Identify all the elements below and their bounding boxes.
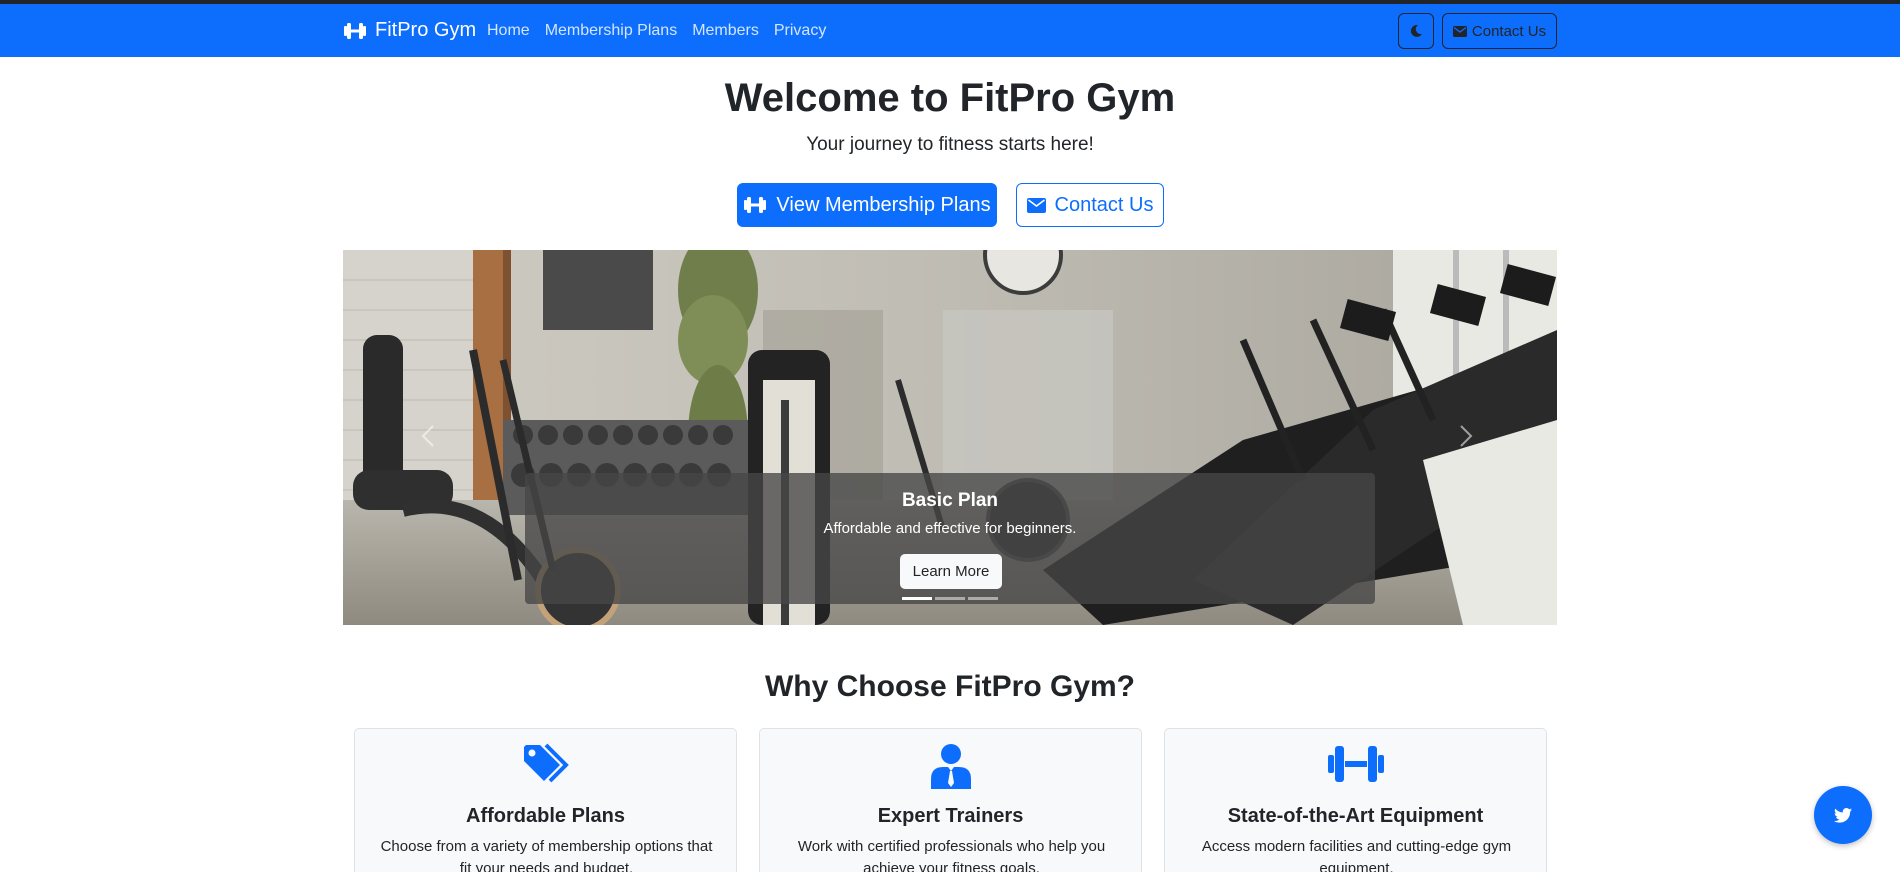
envelope-icon	[1452, 25, 1467, 37]
nav-link-membership-plans[interactable]: Membership Plans	[545, 22, 678, 40]
navbar: FitPro Gym Home Membership Plans Members…	[0, 4, 1900, 57]
carousel-indicator-2[interactable]	[935, 597, 965, 600]
feature-card-text: Work with certified professionals who he…	[797, 838, 1106, 872]
feature-card-title: State-of-the-Art Equipment	[1227, 805, 1484, 827]
dumbbell-icon	[744, 197, 767, 213]
hero-title: Welcome to FitPro Gym	[724, 76, 1176, 120]
feature-card-equipment: State-of-the-Art Equipment Access modern…	[1164, 728, 1547, 872]
carousel-caption-text: Affordable and effective for beginners.	[823, 520, 1077, 537]
nav-link-privacy[interactable]: Privacy	[774, 22, 826, 40]
theme-toggle-button[interactable]	[1398, 13, 1434, 49]
carousel-indicator-3[interactable]	[968, 597, 998, 600]
plans-carousel: Basic Plan Affordable and effective for …	[343, 250, 1557, 625]
why-section-title: Why Choose FitPro Gym?	[764, 670, 1136, 703]
view-membership-plans-label: View Membership Plans	[776, 193, 991, 216]
hero-subtitle: Your journey to fitness starts here!	[806, 134, 1094, 155]
nav-link-members[interactable]: Members	[692, 22, 759, 40]
twitter-icon	[1834, 807, 1852, 823]
envelope-icon	[1026, 197, 1046, 213]
carousel-caption: Basic Plan Affordable and effective for …	[525, 473, 1375, 604]
feature-card-title: Affordable Plans	[466, 805, 625, 827]
view-membership-plans-button[interactable]: View Membership Plans	[737, 183, 997, 227]
learn-more-button[interactable]: Learn More	[900, 554, 1002, 589]
nav-contact-label: Contact Us	[1471, 22, 1547, 40]
moon-icon	[1410, 24, 1422, 37]
tags-icon	[523, 743, 569, 783]
carousel-indicators	[343, 597, 1557, 600]
twitter-button[interactable]	[1814, 786, 1872, 844]
brand-link[interactable]: FitPro Gym	[343, 4, 476, 57]
nav-links: Home Membership Plans Members Privacy	[487, 4, 826, 57]
chevron-left-icon	[421, 425, 434, 447]
dumbbell-icon	[344, 22, 366, 39]
carousel-prev-button[interactable]	[413, 416, 443, 456]
carousel-next-button[interactable]	[1451, 416, 1481, 456]
dumbbell-icon	[1327, 746, 1384, 782]
nav-contact-button[interactable]: Contact Us	[1442, 13, 1557, 49]
hero-contact-button[interactable]: Contact Us	[1016, 183, 1164, 227]
feature-card-text: Access modern facilities and cutting-edg…	[1201, 838, 1512, 872]
carousel-caption-title: Basic Plan	[901, 490, 999, 511]
chevron-right-icon	[1460, 425, 1473, 447]
brand-name: FitPro Gym	[375, 19, 477, 41]
feature-card-affordable: Affordable Plans Choose from a variety o…	[354, 728, 737, 872]
hero-contact-label: Contact Us	[1054, 193, 1154, 216]
trainer-icon	[930, 744, 971, 789]
carousel-indicator-1[interactable]	[902, 597, 932, 600]
feature-card-trainers: Expert Trainers Work with certified prof…	[759, 728, 1142, 872]
feature-card-title: Expert Trainers	[877, 805, 1024, 827]
nav-link-home[interactable]: Home	[487, 22, 530, 40]
feature-card-text: Choose from a variety of membership opti…	[380, 838, 713, 872]
